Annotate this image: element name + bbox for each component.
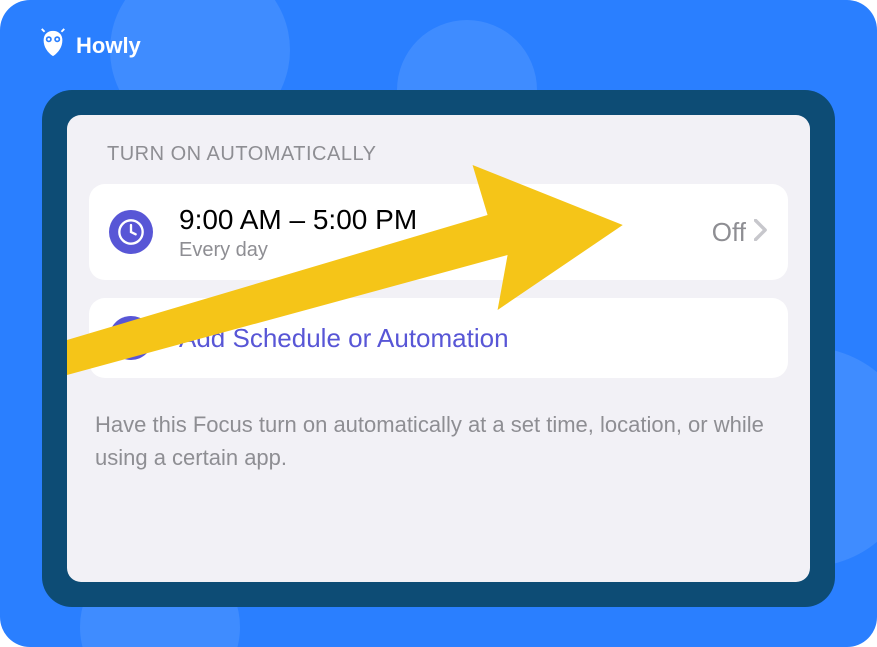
schedule-repeat: Every day [179,239,712,262]
schedule-status: Off [712,217,746,248]
owl-icon [38,28,68,63]
settings-list: 9:00 AM – 5:00 PM Every day Off [89,184,788,378]
schedule-trailing: Off [712,217,768,248]
schedule-row[interactable]: 9:00 AM – 5:00 PM Every day Off [89,184,788,280]
clock-icon [109,210,153,254]
plus-icon [109,316,153,360]
brand-logo: Howly [38,28,141,63]
add-row-content: Add Schedule or Automation [179,323,768,354]
device-frame: TURN ON AUTOMATICALLY 9:00 AM – 5:00 PM … [42,90,835,607]
brand-name: Howly [76,33,141,59]
section-footer: Have this Focus turn on automatically at… [89,408,788,474]
section-header: TURN ON AUTOMATICALLY [89,143,788,166]
settings-panel: TURN ON AUTOMATICALLY 9:00 AM – 5:00 PM … [67,115,810,582]
schedule-content: 9:00 AM – 5:00 PM Every day [179,202,712,262]
chevron-right-icon [754,219,768,246]
outer-frame: Howly TURN ON AUTOMATICALLY 9:00 AM – 5:… [0,0,877,647]
schedule-time-range: 9:00 AM – 5:00 PM [179,202,712,237]
add-schedule-label: Add Schedule or Automation [179,323,768,354]
add-schedule-row[interactable]: Add Schedule or Automation [89,298,788,378]
